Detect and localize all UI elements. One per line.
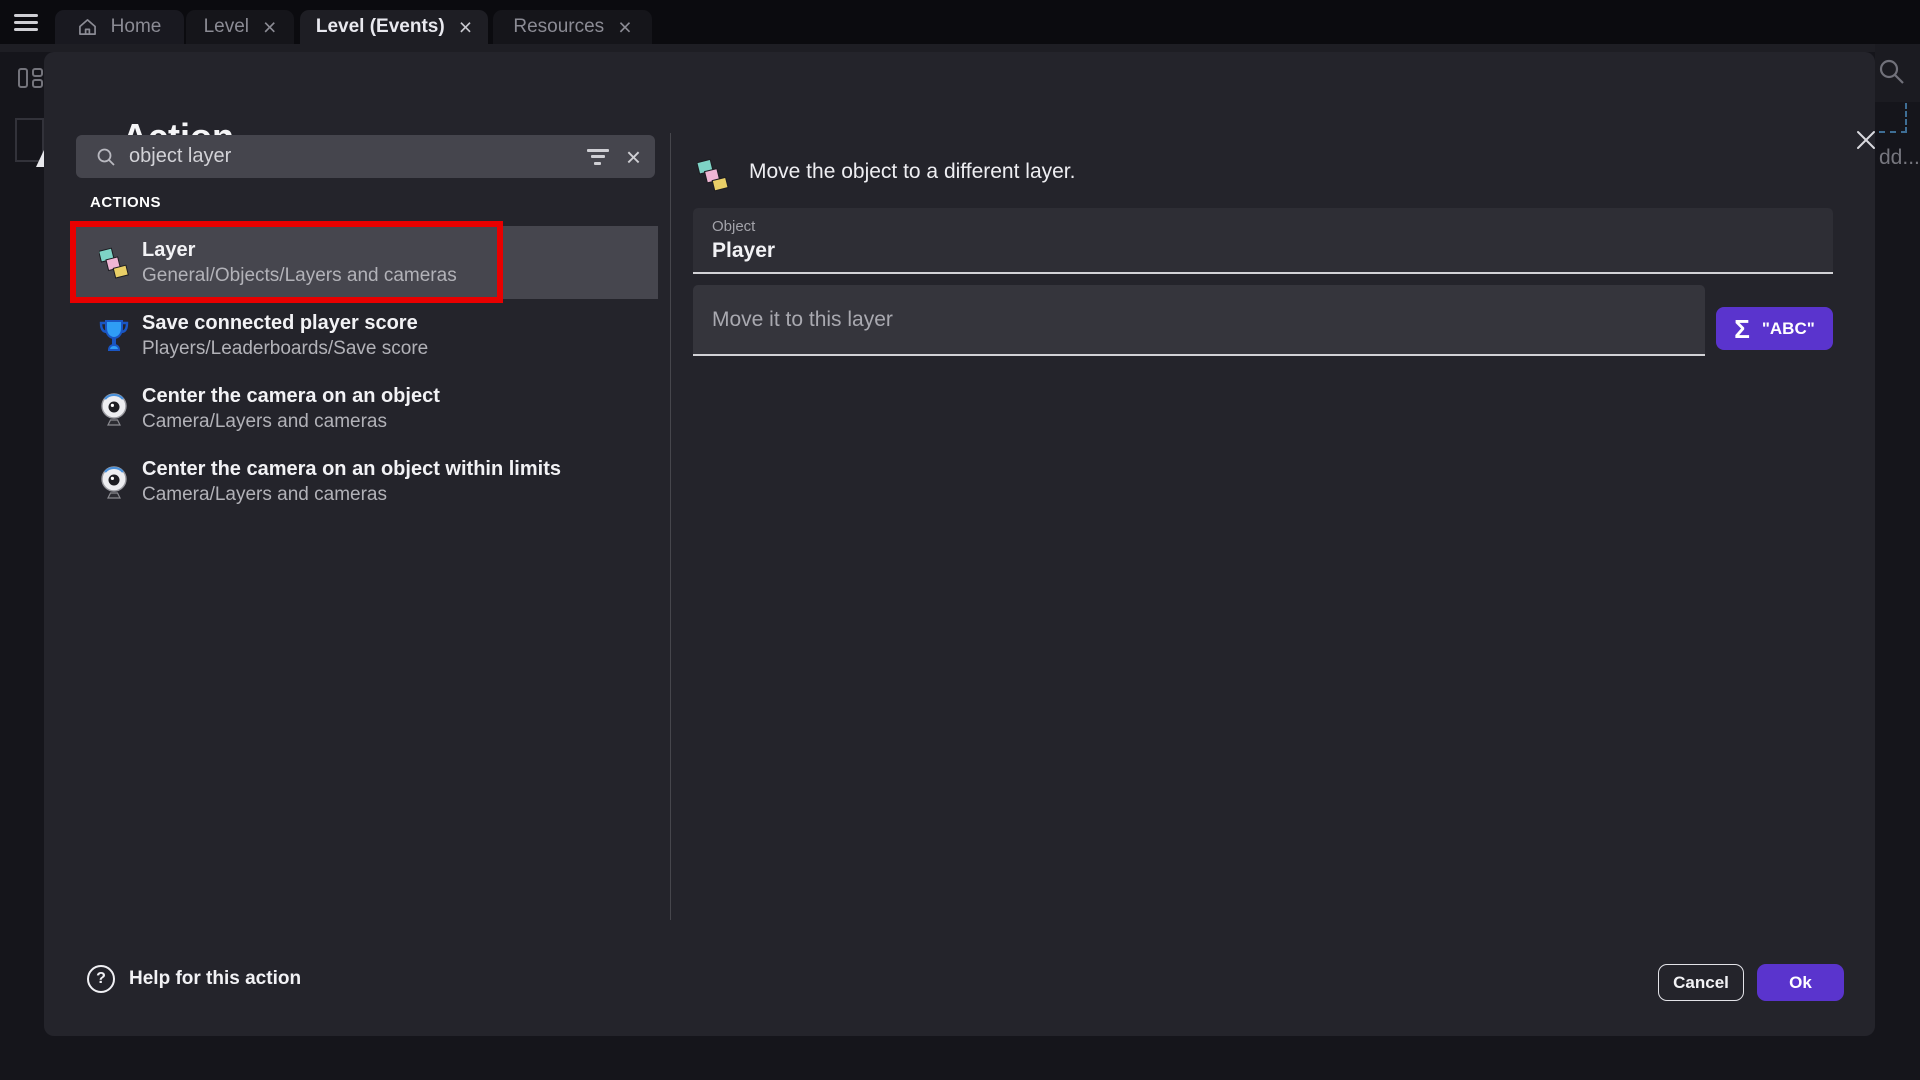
search-input[interactable] — [129, 145, 586, 168]
action-row-save-score[interactable]: Save connected player score Players/Lead… — [74, 299, 658, 372]
tab-resources[interactable]: Resources × — [493, 10, 652, 44]
webcam-icon — [96, 389, 132, 429]
tab-home[interactable]: Home — [55, 10, 184, 44]
search-icon — [97, 148, 115, 166]
clipped-add-text: dd... — [1879, 146, 1920, 170]
gdevelop-app: Home Level × Level (Events) × Resources … — [0, 0, 1920, 1080]
help-link[interactable]: ? Help for this action — [87, 965, 301, 993]
action-row-center-camera[interactable]: Center the camera on an object Camera/La… — [74, 372, 658, 445]
expression-type-label: "ABC" — [1762, 319, 1815, 339]
object-field[interactable]: Object Player — [693, 208, 1833, 274]
cancel-button[interactable]: Cancel — [1658, 964, 1744, 1001]
help-icon: ? — [87, 965, 115, 993]
panels-icon[interactable] — [18, 66, 44, 90]
tab-close-icon[interactable]: × — [459, 17, 472, 37]
layers-icon — [697, 156, 729, 192]
action-row-layer[interactable]: Layer General/Objects/Layers and cameras — [74, 226, 658, 299]
tab-label: Level (Events) — [316, 16, 445, 38]
action-dialog: Action × ACTIONS — [44, 52, 1875, 1036]
trophy-icon — [96, 316, 132, 356]
sigma-icon: Σ — [1734, 316, 1750, 342]
tab-bar: Home Level × Level (Events) × Resources … — [0, 0, 1920, 44]
object-field-label: Object — [712, 218, 755, 235]
action-title: Layer — [142, 237, 457, 263]
action-path: Camera/Layers and cameras — [142, 482, 561, 507]
active-tab-strip — [0, 44, 1920, 52]
tab-label: Home — [111, 16, 162, 38]
layer-field — [693, 285, 1705, 356]
background-frame-fragment — [15, 118, 44, 162]
expression-editor-button[interactable]: Σ "ABC" — [1716, 307, 1833, 350]
clear-search-icon[interactable]: × — [626, 147, 641, 167]
panel-divider — [670, 133, 671, 920]
tab-close-icon[interactable]: × — [618, 17, 631, 37]
tab-label: Resources — [513, 16, 604, 38]
action-title: Center the camera on an object — [142, 383, 440, 409]
home-icon — [78, 18, 97, 36]
dialog-close-button[interactable] — [1848, 122, 1884, 158]
tab-level-events[interactable]: Level (Events) × — [300, 10, 488, 44]
menu-icon[interactable] — [14, 14, 38, 31]
search-events-icon[interactable] — [1878, 58, 1906, 86]
layer-input[interactable] — [712, 285, 1682, 354]
action-path: Players/Leaderboards/Save score — [142, 336, 428, 361]
layers-icon — [96, 243, 132, 283]
close-icon — [1855, 129, 1877, 151]
tab-close-icon[interactable]: × — [263, 17, 276, 37]
webcam-icon — [96, 462, 132, 502]
action-title: Save connected player score — [142, 310, 428, 336]
drop-indicator-fragment — [1905, 103, 1907, 133]
object-field-value: Player — [712, 239, 775, 263]
tab-label: Level — [204, 16, 249, 38]
help-label: Help for this action — [129, 968, 301, 990]
tab-level[interactable]: Level × — [186, 10, 294, 44]
actions-section-label: ACTIONS — [90, 194, 161, 211]
action-path: General/Objects/Layers and cameras — [142, 263, 457, 288]
ok-button[interactable]: Ok — [1757, 964, 1844, 1001]
action-row-center-camera-limits[interactable]: Center the camera on an object within li… — [74, 445, 658, 518]
action-path: Camera/Layers and cameras — [142, 409, 440, 434]
action-title: Center the camera on an object within li… — [142, 456, 561, 482]
filter-icon[interactable] — [586, 149, 610, 165]
action-description: Move the object to a different layer. — [749, 160, 1075, 184]
action-search-box: × — [76, 135, 655, 178]
